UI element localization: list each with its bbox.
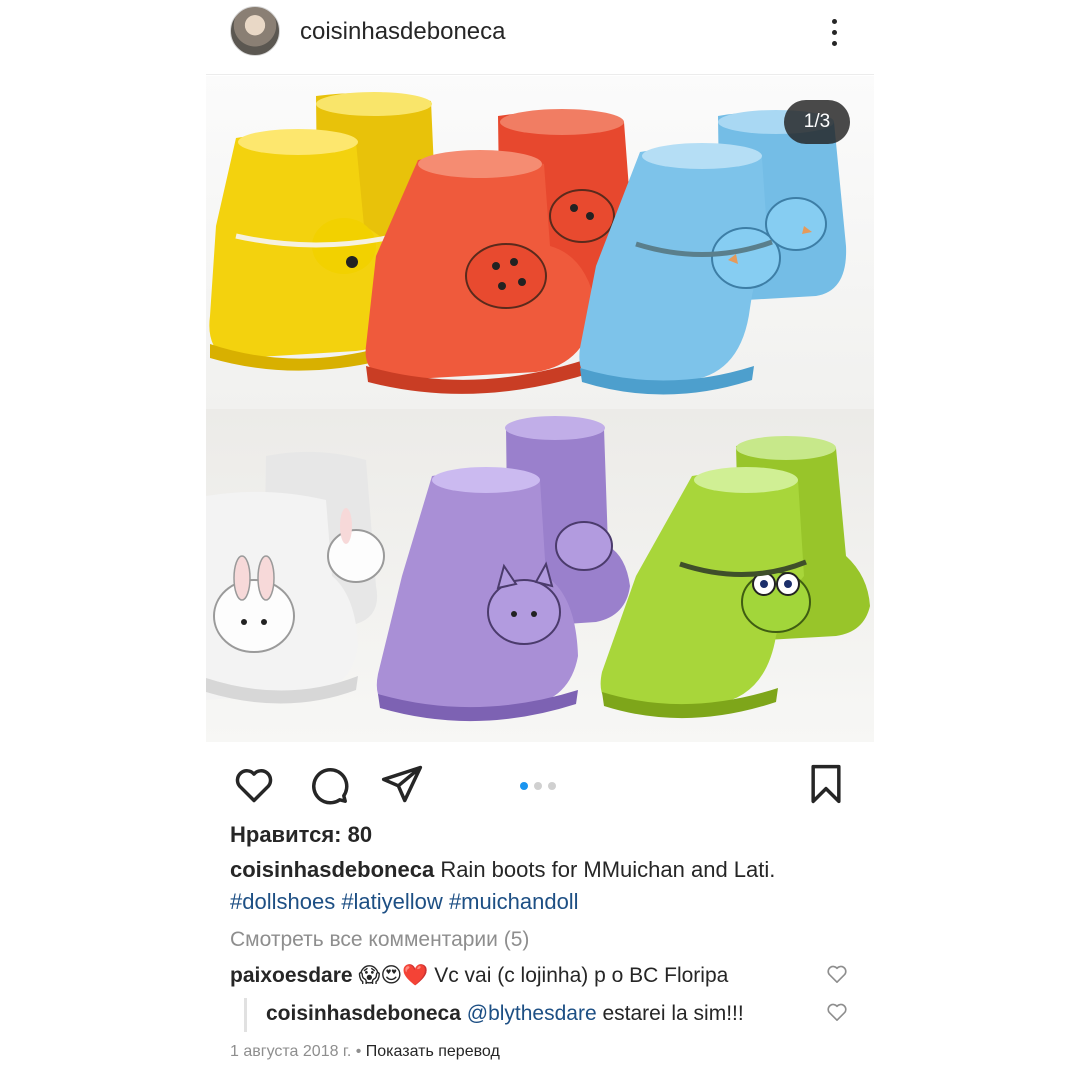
- carousel-dots: [520, 777, 570, 790]
- caption: coisinhasdeboneca Rain boots for MMuicha…: [230, 854, 850, 918]
- action-bar: [206, 750, 874, 814]
- likes-count[interactable]: Нравится: 80: [230, 822, 372, 848]
- comment-username[interactable]: paixoesdare: [230, 964, 353, 987]
- media-counter: 1/3: [784, 100, 850, 144]
- caption-text: Rain boots for MMuichan and Lati.: [440, 857, 776, 882]
- post-header: coisinhasdeboneca: [206, 0, 874, 75]
- comment-icon[interactable]: [306, 762, 350, 806]
- boots-photo: [206, 76, 874, 742]
- hashtag-link[interactable]: #latiyellow: [341, 889, 443, 914]
- meta-separator: •: [355, 1043, 362, 1060]
- post-date: 1 августа 2018 г.: [230, 1043, 352, 1060]
- header-username[interactable]: coisinhasdeboneca: [300, 18, 506, 46]
- post-meta: 1 августа 2018 г. • Показать перевод: [230, 1043, 500, 1061]
- reply-indent-bar: [244, 998, 247, 1032]
- post-image[interactable]: 1/3: [206, 76, 874, 742]
- comment-username[interactable]: coisinhasdeboneca: [266, 1002, 461, 1025]
- carousel-dot: [548, 782, 556, 790]
- comment: paixoesdare 😱😍❤️ Vc vai (c lojinha) p o …: [230, 962, 728, 990]
- view-all-comments-link[interactable]: Смотреть все комментарии (5): [230, 928, 529, 952]
- show-translation-link[interactable]: Показать перевод: [366, 1043, 500, 1060]
- avatar[interactable]: [230, 6, 280, 56]
- hashtag-link[interactable]: #muichandoll: [449, 889, 579, 914]
- more-vertical-icon[interactable]: [822, 16, 846, 50]
- comment-like-heart-icon[interactable]: [826, 1002, 848, 1022]
- bookmark-icon[interactable]: [804, 762, 848, 806]
- carousel-dot-active: [520, 782, 528, 790]
- carousel-dot: [534, 782, 542, 790]
- post: coisinhasdeboneca 1/3 Нравится: 80 coisi…: [206, 0, 874, 1080]
- caption-username[interactable]: coisinhasdeboneca: [230, 857, 434, 882]
- comment-mention[interactable]: @blythesdare: [467, 1002, 597, 1025]
- comment-text: Vc vai (c lojinha) p o BC Floripa: [434, 964, 729, 987]
- comment-like-heart-icon[interactable]: [826, 964, 848, 984]
- heart-icon[interactable]: [232, 762, 276, 806]
- comment-emoji: 😱😍❤️: [358, 964, 429, 987]
- comment-text: estarei la sim!!!: [602, 1002, 744, 1025]
- hashtag-link[interactable]: #dollshoes: [230, 889, 335, 914]
- comment-reply: coisinhasdeboneca @blythesdare estarei l…: [266, 1000, 744, 1028]
- share-icon[interactable]: [380, 762, 424, 806]
